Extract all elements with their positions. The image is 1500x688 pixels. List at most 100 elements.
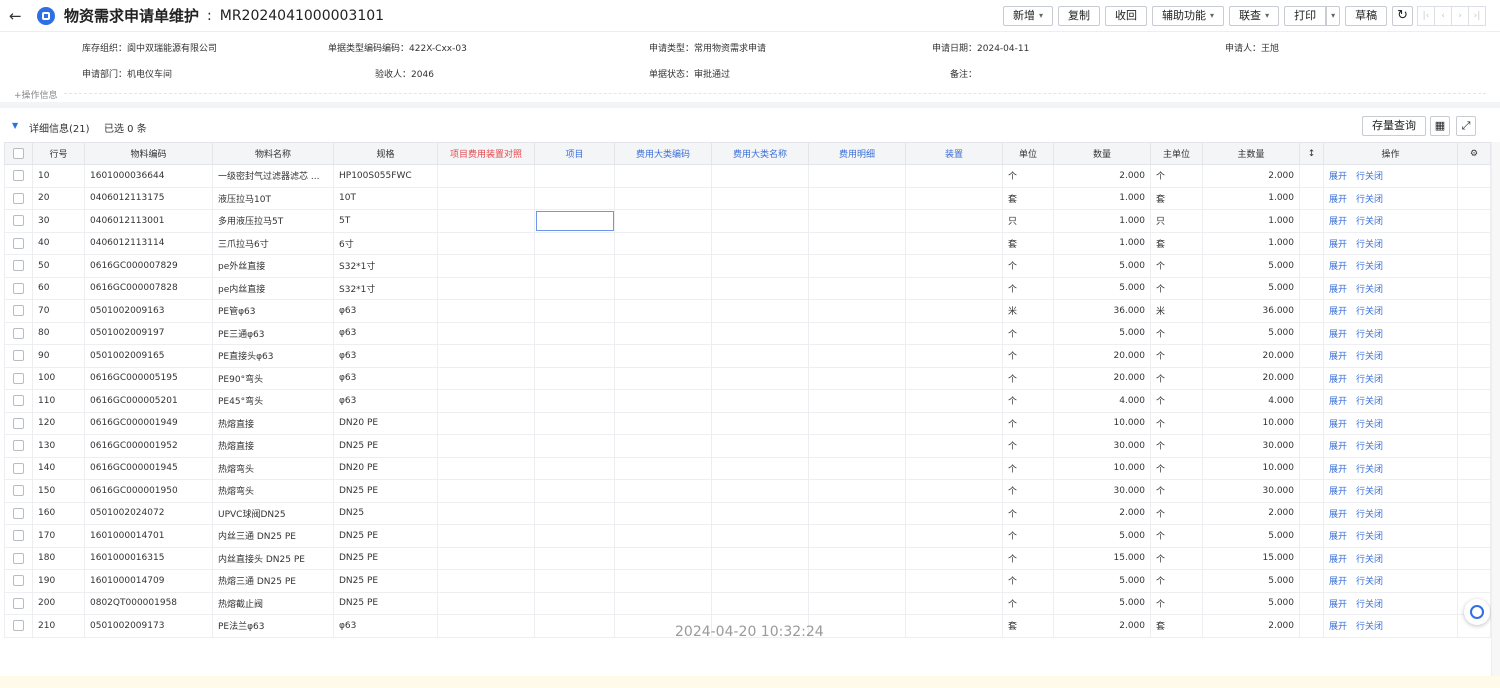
cell-project-fee-map[interactable] bbox=[437, 434, 535, 458]
row-checkbox[interactable] bbox=[4, 389, 33, 413]
vertical-scrollbar[interactable] bbox=[1491, 142, 1500, 688]
cell-fee-class-code[interactable] bbox=[614, 434, 712, 458]
cell-project[interactable] bbox=[534, 389, 615, 413]
col-fee-class-code[interactable]: 费用大类编码 bbox=[614, 142, 712, 165]
cell-project-fee-map[interactable] bbox=[437, 366, 535, 390]
cell-project-fee-map[interactable] bbox=[437, 321, 535, 345]
cell-fee-detail[interactable] bbox=[808, 501, 906, 525]
cell-fee-detail[interactable] bbox=[808, 254, 906, 278]
print-dropdown-button[interactable]: ▾ bbox=[1326, 6, 1341, 26]
expand-row-link[interactable]: 展开 bbox=[1329, 262, 1347, 272]
close-row-link[interactable]: 行关闭 bbox=[1356, 172, 1383, 182]
cell-project[interactable] bbox=[534, 254, 615, 278]
col-material-code[interactable]: 物料编码 bbox=[84, 142, 213, 165]
row-checkbox[interactable] bbox=[4, 231, 33, 255]
expand-row-link[interactable]: 展开 bbox=[1329, 465, 1347, 475]
cell-project[interactable] bbox=[534, 569, 615, 593]
col-main-unit[interactable]: 主单位 bbox=[1150, 142, 1203, 165]
assist-button[interactable]: 辅助功能 ▾ bbox=[1152, 6, 1225, 26]
col-resize-marker[interactable]: ↕ bbox=[1299, 142, 1324, 165]
cell-fee-class-name[interactable] bbox=[711, 164, 809, 188]
cell-fee-class-name[interactable] bbox=[711, 209, 809, 233]
cell-device[interactable] bbox=[905, 276, 1003, 300]
cell-fee-class-name[interactable] bbox=[711, 321, 809, 345]
table-row[interactable]: 60 0616GC000007828 pe内丝直接 S32*1寸个 5.000 个 5.00… bbox=[4, 276, 1491, 300]
cell-project-fee-map[interactable] bbox=[437, 501, 535, 525]
cell-fee-detail[interactable] bbox=[808, 321, 906, 345]
cell-device[interactable] bbox=[905, 299, 1003, 323]
cell-fee-detail[interactable] bbox=[808, 389, 906, 413]
col-device[interactable]: 装置 bbox=[905, 142, 1003, 165]
fullscreen-button[interactable]: ⤢ bbox=[1456, 116, 1476, 136]
expand-row-link[interactable]: 展开 bbox=[1329, 195, 1347, 205]
row-checkbox[interactable] bbox=[4, 546, 33, 570]
cell-fee-class-code[interactable] bbox=[614, 479, 712, 503]
col-main-qty[interactable]: 主数量 bbox=[1202, 142, 1300, 165]
expand-row-link[interactable]: 展开 bbox=[1329, 285, 1347, 295]
cell-device[interactable] bbox=[905, 434, 1003, 458]
cell-project-fee-map[interactable] bbox=[437, 411, 535, 435]
table-row[interactable]: 120 0616GC000001949 热熔直接 DN20 PE 个 10.000 个 10.… bbox=[4, 411, 1491, 435]
cell-fee-detail[interactable] bbox=[808, 231, 906, 255]
expand-row-link[interactable]: 展开 bbox=[1329, 622, 1347, 632]
cell-device[interactable] bbox=[905, 479, 1003, 503]
cell-fee-class-name[interactable] bbox=[711, 299, 809, 323]
cell-fee-detail[interactable] bbox=[808, 186, 906, 210]
cell-fee-class-name[interactable] bbox=[711, 231, 809, 255]
table-row[interactable]: 140 0616GC000001945 热熔弯头 DN20 PE 个 10.000 个 10.… bbox=[4, 456, 1491, 480]
cell-fee-class-code[interactable] bbox=[614, 164, 712, 188]
cell-fee-class-code[interactable] bbox=[614, 524, 712, 548]
cell-fee-class-name[interactable] bbox=[711, 366, 809, 390]
cell-fee-class-name[interactable] bbox=[711, 389, 809, 413]
close-row-link[interactable]: 行关闭 bbox=[1356, 352, 1383, 362]
close-row-link[interactable]: 行关闭 bbox=[1356, 285, 1383, 295]
copy-button[interactable]: 复制 bbox=[1058, 6, 1101, 26]
close-row-link[interactable]: 行关闭 bbox=[1356, 420, 1383, 430]
cell-fee-class-name[interactable] bbox=[711, 501, 809, 525]
cell-fee-class-name[interactable] bbox=[711, 276, 809, 300]
cell-project-fee-map[interactable] bbox=[437, 569, 535, 593]
close-row-link[interactable]: 行关闭 bbox=[1356, 262, 1383, 272]
cell-project[interactable] bbox=[534, 209, 615, 233]
col-unit[interactable]: 单位 bbox=[1002, 142, 1054, 165]
cell-fee-detail[interactable] bbox=[808, 546, 906, 570]
row-checkbox[interactable] bbox=[4, 299, 33, 323]
close-row-link[interactable]: 行关闭 bbox=[1356, 307, 1383, 317]
table-row[interactable]: 200 0802QT000001958 热熔截止阀 DN25 PE 个 5.000 个 5.0… bbox=[4, 591, 1491, 615]
cell-device[interactable] bbox=[905, 344, 1003, 368]
expand-row-link[interactable]: 展开 bbox=[1329, 555, 1347, 565]
cell-project-fee-map[interactable] bbox=[437, 254, 535, 278]
ops-info-toggle[interactable]: +操作信息 bbox=[14, 88, 58, 101]
col-fee-class-name[interactable]: 费用大类名称 bbox=[711, 142, 809, 165]
table-row[interactable]: 50 0616GC000007829 pe外丝直接 S32*1寸个 5.000 个 5.00… bbox=[4, 254, 1491, 278]
print-button[interactable]: 打印 bbox=[1284, 6, 1327, 26]
table-row[interactable]: 170 1601000014701 内丝三通 DN25 PE DN25 PE 个 5.00… bbox=[4, 524, 1491, 548]
cell-project-fee-map[interactable] bbox=[437, 276, 535, 300]
cell-fee-detail[interactable] bbox=[808, 276, 906, 300]
add-button[interactable]: 新增 ▾ bbox=[1003, 6, 1054, 26]
cell-fee-class-name[interactable] bbox=[711, 254, 809, 278]
close-row-link[interactable]: 行关闭 bbox=[1356, 577, 1383, 587]
expand-row-link[interactable]: 展开 bbox=[1329, 330, 1347, 340]
expand-row-link[interactable]: 展开 bbox=[1329, 352, 1347, 362]
cell-project[interactable] bbox=[534, 299, 615, 323]
cell-fee-class-code[interactable] bbox=[614, 321, 712, 345]
col-spec[interactable]: 规格 bbox=[333, 142, 438, 165]
draft-button[interactable]: 草稿 bbox=[1345, 6, 1388, 26]
next-page-icon[interactable]: › bbox=[1451, 6, 1469, 26]
close-row-link[interactable]: 行关闭 bbox=[1356, 555, 1383, 565]
expand-row-link[interactable]: 展开 bbox=[1329, 600, 1347, 610]
column-settings-button[interactable]: ⚙ bbox=[1457, 142, 1491, 165]
cell-project[interactable] bbox=[534, 164, 615, 188]
cell-device[interactable] bbox=[905, 524, 1003, 548]
row-checkbox[interactable] bbox=[4, 614, 33, 638]
expand-row-link[interactable]: 展开 bbox=[1329, 510, 1347, 520]
expand-row-link[interactable]: 展开 bbox=[1329, 375, 1347, 385]
cell-project-fee-map[interactable] bbox=[437, 209, 535, 233]
cell-project[interactable] bbox=[534, 344, 615, 368]
expand-row-link[interactable]: 展开 bbox=[1329, 307, 1347, 317]
cell-fee-class-name[interactable] bbox=[711, 591, 809, 615]
cell-device[interactable] bbox=[905, 231, 1003, 255]
cell-fee-class-code[interactable] bbox=[614, 591, 712, 615]
cell-device[interactable] bbox=[905, 209, 1003, 233]
